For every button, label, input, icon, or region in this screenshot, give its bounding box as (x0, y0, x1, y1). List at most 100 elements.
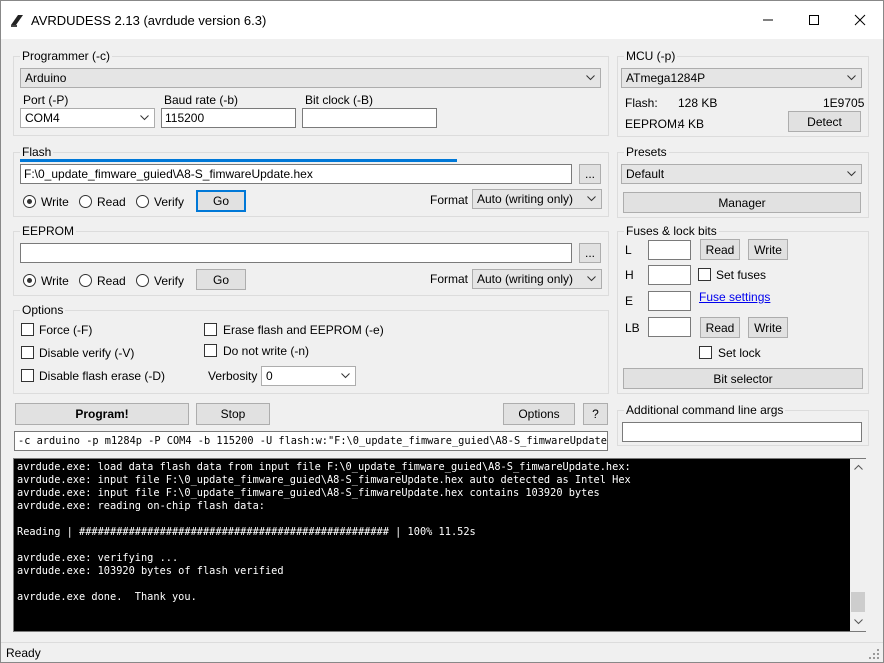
disable-flash-erase-checkbox[interactable] (21, 369, 34, 382)
minimize-button[interactable] (745, 1, 791, 39)
presets-select-value: Default (626, 167, 665, 181)
resize-grip-icon[interactable] (869, 649, 880, 660)
do-not-write-label: Do not write (-n) (223, 344, 310, 358)
eeprom-file-field[interactable] (20, 243, 572, 263)
flash-file-field[interactable]: F:\0_update_fimware_guied\A8-S_fimwareUp… (20, 164, 572, 184)
lock-bits-label: LB (625, 321, 640, 335)
fuse-h-label: H (625, 268, 634, 282)
console-line: avrdude.exe: input file F:\0_update_fimw… (17, 487, 600, 499)
stop-button[interactable]: Stop (196, 403, 270, 425)
flash-format-value: Auto (writing only) (477, 192, 574, 206)
erase-flash-eeprom-checkbox[interactable] (204, 323, 217, 336)
console-scrollbar[interactable] (850, 459, 866, 631)
eeprom-format-label: Format (430, 272, 469, 286)
presets-select[interactable]: Default (621, 164, 862, 184)
fuse-write-button[interactable]: Write (748, 239, 788, 260)
console-line: avrdude.exe: input file F:\0_update_fimw… (17, 474, 631, 486)
do-not-write-checkbox[interactable] (204, 344, 217, 357)
flash-verify-radio[interactable] (136, 195, 149, 208)
eeprom-verify-label: Verify (154, 274, 185, 288)
flash-progress-bar (20, 159, 457, 162)
eeprom-write-radio[interactable] (23, 274, 36, 287)
console-line: avrdude.exe: reading on-chip flash data: (17, 500, 265, 512)
disable-flash-erase-label: Disable flash erase (-D) (39, 369, 166, 383)
close-button[interactable] (837, 1, 883, 39)
chevron-down-icon[interactable] (854, 619, 863, 625)
detect-button[interactable]: Detect (788, 111, 861, 132)
chevron-down-icon (847, 171, 856, 177)
port-label: Port (-P) (23, 93, 69, 107)
mcu-select-value: ATmega1284P (626, 71, 706, 85)
close-icon (854, 14, 866, 26)
flash-read-label: Read (97, 195, 126, 209)
verbosity-select[interactable]: 0 (261, 366, 356, 386)
command-line-field[interactable]: -c arduino -p m1284p -P COM4 -b 115200 -… (14, 431, 608, 451)
baud-rate-field[interactable]: 115200 (161, 108, 296, 128)
set-fuses-checkbox[interactable] (698, 268, 711, 281)
eeprom-format-select[interactable]: Auto (writing only) (472, 269, 602, 289)
eeprom-write-label: Write (41, 274, 69, 288)
programmer-group-label: Programmer (-c) (20, 49, 113, 63)
chevron-down-icon (847, 75, 856, 81)
eeprom-browse-button[interactable]: ... (579, 243, 601, 263)
mcu-group-label: MCU (-p) (624, 49, 678, 63)
set-lock-checkbox[interactable] (699, 346, 712, 359)
help-button[interactable]: ? (583, 403, 608, 425)
flash-group-label: Flash (20, 145, 54, 159)
erase-flash-eeprom-label: Erase flash and EEPROM (-e) (223, 323, 384, 337)
flash-format-select[interactable]: Auto (writing only) (472, 189, 602, 209)
eeprom-group-label: EEPROM (20, 224, 77, 238)
verbosity-value: 0 (266, 369, 273, 383)
flash-write-label: Write (41, 195, 69, 209)
lock-bits-field[interactable] (648, 317, 691, 337)
additional-args-label: Additional command line args (624, 403, 786, 417)
chevron-down-icon (586, 75, 595, 81)
minimize-icon (763, 19, 773, 21)
mcu-flash-label: Flash: (625, 96, 658, 110)
bit-clock-field[interactable] (302, 108, 437, 128)
manager-button[interactable]: Manager (623, 192, 861, 213)
bit-selector-button[interactable]: Bit selector (623, 368, 863, 389)
flash-browse-button[interactable]: ... (579, 164, 601, 184)
eeprom-go-button[interactable]: Go (196, 269, 246, 290)
programmer-select[interactable]: Arduino (20, 68, 601, 88)
lock-read-button[interactable]: Read (700, 317, 740, 338)
additional-args-field[interactable] (622, 422, 862, 442)
port-select-value: COM4 (25, 111, 60, 125)
flash-go-button[interactable]: Go (196, 190, 246, 212)
eeprom-read-label: Read (97, 274, 126, 288)
eeprom-verify-radio[interactable] (136, 274, 149, 287)
fuse-l-label: L (625, 243, 632, 257)
flash-write-radio[interactable] (23, 195, 36, 208)
eeprom-read-radio[interactable] (79, 274, 92, 287)
fuse-e-field[interactable] (648, 291, 691, 311)
force-checkbox[interactable] (21, 323, 34, 336)
maximize-button[interactable] (791, 1, 837, 39)
program-button[interactable]: Program! (15, 403, 189, 425)
console-line: Reading | ##############################… (17, 526, 476, 538)
mcu-eeprom-value: 4 KB (678, 117, 705, 131)
console-line: avrdude.exe: load data flash data from i… (17, 461, 631, 473)
fuse-settings-link[interactable]: Fuse settings (699, 290, 770, 304)
status-bar: Ready (1, 642, 883, 662)
chevron-up-icon[interactable] (854, 464, 863, 470)
mcu-select[interactable]: ATmega1284P (621, 68, 862, 88)
status-text: Ready (6, 646, 41, 660)
console-output[interactable]: avrdude.exe: load data flash data from i… (13, 458, 866, 632)
fuse-h-field[interactable] (648, 265, 691, 285)
presets-group-label: Presets (624, 145, 669, 159)
port-select[interactable]: COM4 (20, 108, 155, 128)
fuse-l-field[interactable] (648, 240, 691, 260)
disable-verify-checkbox[interactable] (21, 346, 34, 359)
fuse-read-button[interactable]: Read (700, 239, 740, 260)
chevron-down-icon (587, 276, 596, 282)
chevron-down-icon (587, 196, 596, 202)
console-scrollbar-thumb[interactable] (851, 592, 865, 612)
lock-write-button[interactable]: Write (748, 317, 788, 338)
flash-format-label: Format (430, 193, 469, 207)
options-button[interactable]: Options (503, 403, 575, 425)
flash-read-radio[interactable] (79, 195, 92, 208)
maximize-icon (809, 15, 819, 25)
fuses-group-label: Fuses & lock bits (624, 224, 719, 238)
